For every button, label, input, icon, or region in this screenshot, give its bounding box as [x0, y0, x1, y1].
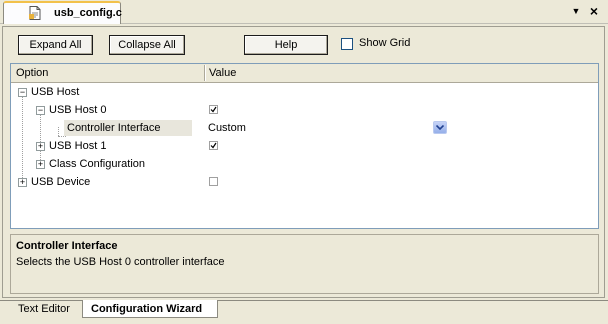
toolbar: Expand All Collapse All Help Show Grid [3, 27, 604, 62]
check-icon [210, 142, 217, 149]
tree-row-usb-host-0[interactable]: − USB Host 0 [11, 101, 598, 119]
file-icon [29, 6, 41, 20]
tree-row-usb-host[interactable]: − USB Host [11, 83, 598, 101]
option-label: USB Host 0 [49, 104, 107, 116]
editor-mode-tabs: Text Editor Configuration Wizard [0, 300, 608, 324]
tree-row-class-configuration[interactable]: + Class Configuration [11, 155, 598, 173]
tree-row-usb-device[interactable]: + USB Device [11, 173, 598, 191]
expand-all-button[interactable]: Expand All [18, 35, 93, 55]
column-header-option[interactable]: Option [16, 67, 48, 79]
option-label: USB Host 1 [49, 140, 107, 152]
grid-header: Option Value [11, 64, 598, 83]
configuration-wizard-panel: Expand All Collapse All Help Show Grid O… [2, 26, 605, 298]
show-grid-label: Show Grid [359, 37, 411, 49]
help-button[interactable]: Help [244, 35, 328, 55]
description-title: Controller Interface [16, 240, 118, 252]
description-text: Selects the USB Host 0 controller interf… [16, 256, 225, 268]
expand-toggle[interactable]: + [36, 142, 45, 151]
option-label: USB Host [31, 86, 80, 98]
tab-label: usb_config.c [54, 7, 122, 19]
tree-row-controller-interface[interactable]: Controller Interface Custom [11, 119, 598, 137]
options-tree-grid[interactable]: Option Value − USB Host − USB Host 0 Con… [10, 63, 599, 229]
enable-checkbox[interactable] [209, 177, 218, 186]
show-grid-checkbox[interactable] [341, 38, 353, 50]
chevron-down-icon [436, 125, 444, 131]
tree-row-usb-host-1[interactable]: + USB Host 1 [11, 137, 598, 155]
close-button[interactable]: × [586, 3, 602, 19]
option-label: Controller Interface [64, 120, 192, 136]
controller-interface-value[interactable]: Custom [208, 122, 246, 134]
tab-text-editor[interactable]: Text Editor [6, 300, 80, 318]
option-label: USB Device [31, 176, 91, 188]
option-label: Class Configuration [49, 158, 145, 170]
tab-configuration-wizard[interactable]: Configuration Wizard [82, 300, 218, 318]
enable-checkbox[interactable] [209, 141, 218, 150]
collapse-all-button[interactable]: Collapse All [109, 35, 185, 55]
tab-usb-config[interactable]: usb_config.c [3, 1, 122, 24]
collapse-toggle[interactable]: − [36, 106, 45, 115]
description-pane: Controller Interface Selects the USB Hos… [10, 234, 599, 294]
collapse-toggle[interactable]: − [18, 88, 27, 97]
window-dropdown-button[interactable]: ▼ [568, 3, 584, 19]
controller-interface-dropdown[interactable] [433, 121, 447, 134]
enable-checkbox[interactable] [209, 105, 218, 114]
document-tab-strip: usb_config.c ▼ × [0, 0, 608, 24]
expand-toggle[interactable]: + [36, 160, 45, 169]
column-header-value[interactable]: Value [209, 67, 236, 79]
check-icon [210, 106, 217, 113]
expand-toggle[interactable]: + [18, 178, 27, 187]
